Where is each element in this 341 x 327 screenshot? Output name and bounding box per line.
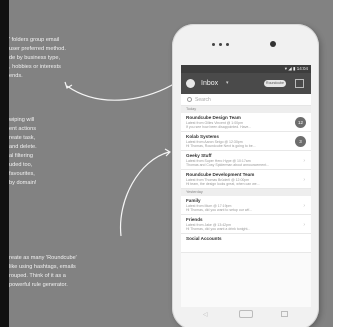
group-name: Family xyxy=(186,198,201,203)
unread-count-badge: 12 xyxy=(295,117,306,128)
phone-screen: ▾ ◢ ▮ 14:04 Inbox ▾ Roundcube Search Tod… xyxy=(181,65,311,307)
group-name: Roundcube Design Team xyxy=(186,115,241,120)
group-preview: If you see how been disappointed. Have..… xyxy=(186,125,252,129)
chevron-down-icon[interactable]: ▾ xyxy=(226,79,229,88)
arrow-head-roundcube xyxy=(164,148,171,157)
unread-count-badge: 3 xyxy=(295,136,306,147)
chevron-right-icon: › xyxy=(303,222,305,228)
list-item[interactable]: Roundcube Development Team Latest from T… xyxy=(181,170,311,189)
phone-earpiece xyxy=(212,43,236,46)
app-logo-icon[interactable] xyxy=(186,79,195,88)
feature-panel: ' folders group email user preferred met… xyxy=(9,0,333,327)
phone-mockup: ▾ ◢ ▮ 14:04 Inbox ▾ Roundcube Search Tod… xyxy=(172,24,319,327)
compose-icon[interactable] xyxy=(295,79,304,88)
chevron-right-icon: › xyxy=(303,158,305,164)
group-name: Kolab Systems xyxy=(186,134,219,139)
home-icon[interactable] xyxy=(239,310,253,318)
arrow-head-folders xyxy=(64,81,73,89)
group-name: Geeky Stuff xyxy=(186,153,212,158)
group-name: Roundcube Development Team xyxy=(186,172,255,177)
group-name: Social Accounts xyxy=(186,236,222,241)
right-margin xyxy=(333,0,341,327)
search-placeholder: Search xyxy=(195,97,211,103)
search-bar[interactable]: Search xyxy=(181,94,311,106)
list-item[interactable]: Family Latest from Mum @ 17:19pm Hi Thom… xyxy=(181,196,311,215)
feature-text-folders: ' folders group email user preferred met… xyxy=(9,37,66,79)
recent-apps-icon[interactable] xyxy=(281,311,288,317)
feature-text-swiping: wiping will ent actions reate task, and … xyxy=(9,117,37,150)
list-item[interactable]: Kolab Systems Latest from Aaron Seigo @ … xyxy=(181,132,311,151)
group-name: Friends xyxy=(186,217,203,222)
chevron-right-icon: › xyxy=(303,203,305,209)
arrow-folders xyxy=(66,81,178,101)
section-header-yesterday: Yesterday xyxy=(181,189,311,196)
feature-text-roundcube: reate as many 'Roundcube' like using has… xyxy=(9,255,77,288)
group-preview: Hi Thomas, did you want a drink tonight.… xyxy=(186,227,251,231)
group-preview: Hi Thomas, did you want to setup our wif… xyxy=(186,208,253,212)
group-preview: Hi Thomas, Roundcube Next is going to be… xyxy=(186,144,256,148)
left-edge-bar xyxy=(0,0,9,327)
arrow-roundcube xyxy=(119,151,170,237)
section-header-today: Today xyxy=(181,106,311,113)
app-bar: Inbox ▾ Roundcube xyxy=(181,73,311,94)
group-preview: Thomas and Cosy Spiderman about announce… xyxy=(186,163,270,167)
chevron-right-icon: › xyxy=(303,177,305,183)
search-icon xyxy=(187,97,192,102)
list-item[interactable]: Friends Latest from Jake @ 13:42pm Hi Th… xyxy=(181,215,311,234)
status-bar: ▾ ◢ ▮ 14:04 xyxy=(181,65,311,73)
feature-text-filtering: al filtering uded too, favourites, by do… xyxy=(9,153,37,186)
list-item[interactable]: Social Accounts xyxy=(181,234,311,253)
back-icon[interactable]: ◁ xyxy=(203,311,208,318)
roundcube-toggle[interactable]: Roundcube xyxy=(264,80,286,87)
phone-camera xyxy=(270,41,276,47)
phone-nav-bar: ◁ xyxy=(181,307,311,321)
promo-image: ' folders group email user preferred met… xyxy=(0,0,341,327)
list-item[interactable]: Roundcube Design Team Latest from Gilles… xyxy=(181,113,311,132)
list-item[interactable]: Geeky Stuff Latest from Super Hero Hype … xyxy=(181,151,311,170)
app-title[interactable]: Inbox xyxy=(201,79,218,88)
group-preview: Hi team, the design looks great, when ca… xyxy=(186,182,260,186)
